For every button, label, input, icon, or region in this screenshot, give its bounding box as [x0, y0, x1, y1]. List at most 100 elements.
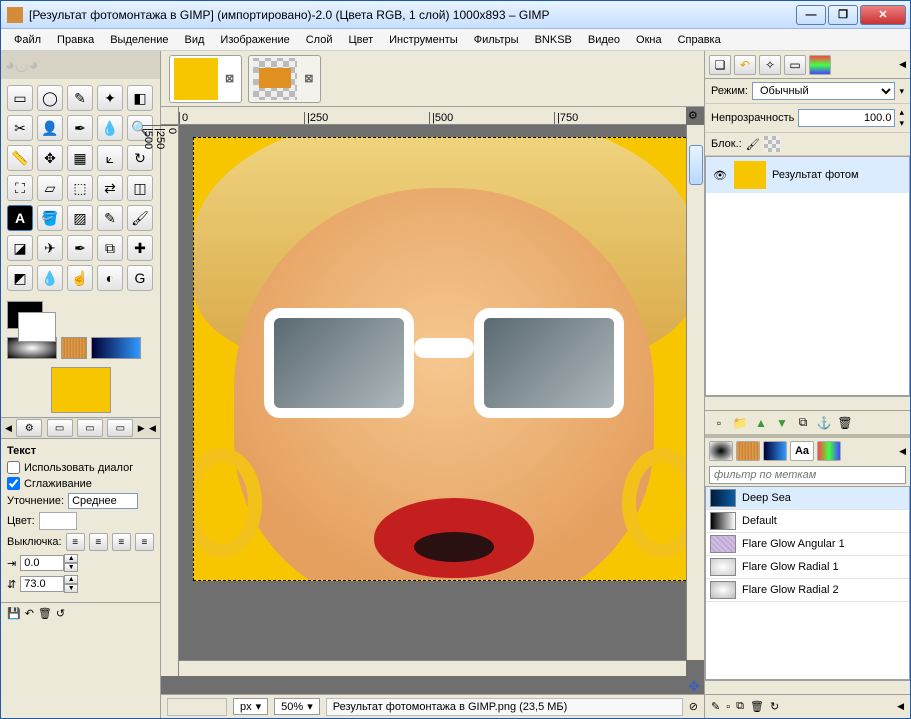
- size-up[interactable]: ▲: [64, 575, 78, 584]
- text-color-swatch[interactable]: [39, 512, 77, 530]
- patterns-tab[interactable]: [736, 441, 760, 461]
- fonts-tab[interactable]: Aa: [790, 441, 814, 461]
- menu-colors[interactable]: Цвет: [341, 32, 380, 48]
- menu-filters[interactable]: Фильтры: [467, 32, 526, 48]
- fuzzy-select-tool[interactable]: ✦: [97, 85, 123, 111]
- active-image-preview[interactable]: [51, 367, 111, 413]
- delete-layer-icon[interactable]: 🗑: [837, 415, 853, 431]
- gegl-tool[interactable]: G: [127, 265, 153, 291]
- duplicate-layer-icon[interactable]: ⧉: [795, 415, 811, 431]
- crop-tool[interactable]: ⟀: [97, 145, 123, 171]
- tool-options-tab[interactable]: ⚙: [16, 419, 42, 437]
- new-gradient-icon[interactable]: ▫: [726, 701, 730, 713]
- restore-options-icon[interactable]: ↶: [25, 607, 34, 620]
- paths-tool[interactable]: ✒: [67, 115, 93, 141]
- menu-tools[interactable]: Инструменты: [382, 32, 465, 48]
- histogram-tab[interactable]: [809, 55, 831, 75]
- color-picker-tool[interactable]: 💧: [97, 115, 123, 141]
- tab-close-1[interactable]: ⊠: [222, 72, 237, 85]
- bucket-fill-tool[interactable]: 🪣: [37, 205, 63, 231]
- perspective-tool[interactable]: ⬚: [67, 175, 93, 201]
- menu-video[interactable]: Видео: [581, 32, 627, 48]
- opacity-up[interactable]: ▴: [899, 107, 904, 118]
- menu-image[interactable]: Изображение: [213, 32, 296, 48]
- mode-select[interactable]: Обычный: [752, 82, 895, 100]
- pencil-tool[interactable]: ✎: [97, 205, 123, 231]
- unit-select[interactable]: px▾: [233, 698, 268, 715]
- menu-bnksb[interactable]: BNKSB: [528, 32, 579, 48]
- save-options-icon[interactable]: 💾: [7, 607, 21, 620]
- justify-center[interactable]: ≡: [112, 533, 131, 551]
- layer-row[interactable]: 👁 Результат фотом: [706, 157, 909, 193]
- gradient-swatch[interactable]: [91, 337, 141, 359]
- hinting-select[interactable]: [68, 493, 138, 509]
- edit-gradient-icon[interactable]: ✎: [711, 700, 720, 713]
- canvas-nav-icon[interactable]: ✥: [686, 678, 702, 694]
- opacity-slider[interactable]: 100.0: [798, 109, 895, 127]
- image-layer[interactable]: [193, 137, 686, 581]
- gradient-item-3[interactable]: Flare Glow Radial 1: [706, 556, 909, 579]
- reset-options-icon[interactable]: ↺: [56, 607, 65, 620]
- scale-tool[interactable]: ⛶: [7, 175, 33, 201]
- opacity-down[interactable]: ▾: [899, 118, 904, 129]
- ruler-horizontal[interactable]: 0 |250 |500 |750: [179, 107, 686, 125]
- foreground-select-tool[interactable]: 👤: [37, 115, 63, 141]
- layer-down-icon[interactable]: ▼: [774, 415, 790, 431]
- canvas[interactable]: [179, 125, 686, 676]
- canvas-scroll-vertical[interactable]: [686, 125, 704, 660]
- ellipse-select-tool[interactable]: ◯: [37, 85, 63, 111]
- document-tab-2[interactable]: ⊠: [248, 55, 321, 103]
- justify-fill[interactable]: ≡: [135, 533, 154, 551]
- tab-next[interactable]: ▶: [138, 423, 145, 434]
- clone-tool[interactable]: ⧉: [97, 235, 123, 261]
- blend-tool[interactable]: ▨: [67, 205, 93, 231]
- color-select-tool[interactable]: ◧: [127, 85, 153, 111]
- undo-tab[interactable]: ▭: [784, 55, 806, 75]
- layer-name[interactable]: Результат фотом: [772, 169, 859, 181]
- minimize-button[interactable]: —: [796, 5, 826, 25]
- brush-dock-menu[interactable]: ◀: [899, 446, 906, 457]
- delete-options-icon[interactable]: 🗑: [38, 607, 52, 620]
- lock-alpha-icon[interactable]: [764, 136, 780, 152]
- canvas-scroll-horizontal[interactable]: [179, 660, 686, 676]
- perspective-clone-tool[interactable]: ◩: [7, 265, 33, 291]
- measure-tool[interactable]: 📏: [7, 145, 33, 171]
- free-select-tool[interactable]: ✎: [67, 85, 93, 111]
- rect-select-tool[interactable]: ▭: [7, 85, 33, 111]
- gradient-view-menu[interactable]: ◀: [897, 701, 904, 712]
- close-button[interactable]: ✕: [860, 5, 906, 25]
- menu-layer[interactable]: Слой: [299, 32, 340, 48]
- indent-input[interactable]: [20, 555, 64, 571]
- menu-help[interactable]: Справка: [671, 32, 728, 48]
- delete-gradient-icon[interactable]: 🗑: [750, 700, 764, 713]
- blur-tool[interactable]: 💧: [37, 265, 63, 291]
- ruler-origin[interactable]: [161, 107, 179, 125]
- new-layer-icon[interactable]: ▫: [711, 415, 727, 431]
- gradient-item-2[interactable]: Flare Glow Angular 1: [706, 533, 909, 556]
- text-tool[interactable]: A: [7, 205, 33, 231]
- duplicate-gradient-icon[interactable]: ⧉: [736, 700, 744, 713]
- tag-filter-input[interactable]: [709, 466, 906, 484]
- align-tool[interactable]: ▦: [67, 145, 93, 171]
- menu-select[interactable]: Выделение: [103, 32, 175, 48]
- airbrush-tool[interactable]: ✈: [37, 235, 63, 261]
- ruler-vertical[interactable]: 0 |250 |500: [161, 125, 179, 676]
- menu-file[interactable]: Файл: [7, 32, 48, 48]
- tab-menu[interactable]: ◀: [149, 423, 156, 434]
- eraser-tool[interactable]: ◪: [7, 235, 33, 261]
- zoom-select[interactable]: 50%▾: [274, 698, 320, 715]
- smudge-tool[interactable]: ☝: [67, 265, 93, 291]
- new-group-icon[interactable]: 📁: [732, 415, 748, 431]
- paths-tab[interactable]: ✧: [759, 55, 781, 75]
- justify-left[interactable]: ≡: [66, 533, 85, 551]
- fg-bg-swatch[interactable]: [7, 301, 43, 329]
- history-tab[interactable]: ▭: [77, 419, 103, 437]
- device-tab[interactable]: ▭: [47, 419, 73, 437]
- images-tab[interactable]: ▭: [107, 419, 133, 437]
- gradient-scroll[interactable]: [705, 680, 910, 694]
- menu-windows[interactable]: Окна: [629, 32, 669, 48]
- flip-tool[interactable]: ⇄: [97, 175, 123, 201]
- size-down[interactable]: ▼: [64, 584, 78, 593]
- maximize-button[interactable]: ❐: [828, 5, 858, 25]
- scroll-thumb-v[interactable]: [689, 145, 703, 185]
